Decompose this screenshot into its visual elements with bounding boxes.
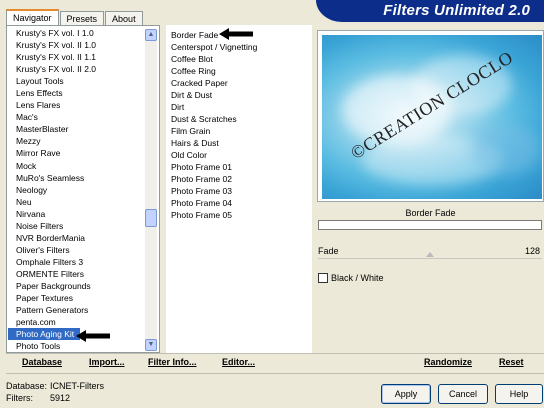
scroll-down-button[interactable]: ▼ [145,339,157,351]
arrow-left-icon [76,330,110,342]
apply-button[interactable]: Apply [381,384,431,404]
scroll-up-button[interactable]: ▲ [145,29,157,41]
filters-status-label: Filters: [6,393,33,403]
category-item[interactable]: Krusty's FX vol. I 1.0 [8,27,144,39]
black-white-label: Black / White [331,273,384,283]
category-item[interactable]: MuRo's Seamless [8,172,144,184]
filter-list: Border Fade Centerspot / Vignetting Coffee… [171,29,309,221]
filter-item[interactable]: Photo Frame 03 [171,185,309,197]
editor-button[interactable]: Editor... [222,357,255,367]
filter-item[interactable]: Dirt [171,101,309,113]
category-item[interactable]: Nirvana [8,208,144,220]
category-item[interactable]: Mac's [8,111,144,123]
category-item[interactable]: Pattern Generators [8,304,144,316]
filter-name-box [318,220,542,230]
category-scrollbar[interactable]: ▲ ▼ [145,29,157,351]
category-item[interactable]: Mirror Rave [8,147,144,159]
fade-value: 128 [524,246,540,256]
arrow-left-icon [219,28,253,40]
tab-presets[interactable]: Presets [59,11,105,26]
fade-label: Fade [318,246,339,256]
category-item[interactable]: Mock [8,160,144,172]
database-status-label: Database: [6,381,48,391]
filter-info-button[interactable]: Filter Info... [148,357,197,367]
category-item[interactable]: Lens Flares [8,99,144,111]
category-item[interactable]: NVR BorderMania [8,232,144,244]
filter-item[interactable]: Coffee Ring [171,65,309,77]
category-item[interactable]: Layout Tools [8,75,144,87]
filter-name-label: Border Fade [405,208,456,218]
category-item[interactable]: MasterBlaster [8,123,144,135]
category-item[interactable]: Paper Backgrounds [8,280,144,292]
filter-item[interactable]: Centerspot / Vignetting [171,41,309,53]
tab-bar: Navigator Presets About [6,9,144,26]
category-item[interactable]: Paper Textures [8,292,144,304]
filter-item[interactable]: Photo Frame 01 [171,161,309,173]
randomize-button[interactable]: Randomize [424,357,472,367]
category-item[interactable]: Photo Aging Kit [8,328,80,341]
filter-item[interactable]: Film Grain [171,125,309,137]
filter-item[interactable]: Hairs & Dust [171,137,309,149]
bottom-toolbar: Database Import... Filter Info... Editor… [6,354,544,372]
category-item[interactable]: Krusty's FX vol. II 1.1 [8,51,144,63]
slider-marker-icon[interactable] [426,252,434,257]
preview-image: ©CREATION CLOCLO [322,35,542,199]
scroll-thumb[interactable] [145,209,157,227]
filter-item[interactable]: Dirt & Dust [171,89,309,101]
cancel-button[interactable]: Cancel [438,384,488,404]
filter-item[interactable]: Photo Frame 05 [171,209,309,221]
filter-item[interactable]: Dust & Scratches [171,113,309,125]
category-item[interactable]: Neology [8,184,144,196]
category-item[interactable]: Krusty's FX vol. II 1.0 [8,39,144,51]
slider-track[interactable] [318,258,542,259]
category-item[interactable]: Neu [8,196,144,208]
category-item[interactable]: Krusty's FX vol. II 2.0 [8,63,144,75]
reset-button[interactable]: Reset [499,357,524,367]
tab-about[interactable]: About [105,11,143,26]
preview-frame: ©CREATION CLOCLO [317,30,544,202]
category-list: Krusty's FX vol. I 1.0 Krusty's FX vol. I… [8,27,144,352]
filter-item[interactable]: Old Color [171,149,309,161]
category-item[interactable]: ORMENTE Filters [8,268,144,280]
status-area: Database: ICNET-Filters Filters: 5912 [6,380,104,404]
filter-item[interactable]: Cracked Paper [171,77,309,89]
black-white-checkbox[interactable] [318,273,328,283]
category-item[interactable]: Photo Tools [8,340,144,352]
category-item[interactable]: Oliver's Filters [8,244,144,256]
window-title: Filters Unlimited 2.0 [383,2,530,19]
filter-item[interactable]: Photo Frame 04 [171,197,309,209]
filter-item[interactable]: Coffee Blot [171,53,309,65]
category-item[interactable]: Omphale Filters 3 [8,256,144,268]
database-button[interactable]: Database [22,357,62,367]
help-button[interactable]: Help [495,384,543,404]
filters-status-value: 5912 [50,393,71,403]
import-button[interactable]: Import... [89,357,125,367]
category-item[interactable]: Lens Effects [8,87,144,99]
category-item[interactable]: Mezzy [8,135,144,147]
category-item[interactable]: Noise Filters [8,220,144,232]
black-white-option[interactable]: Black / White [318,272,384,284]
tab-navigator[interactable]: Navigator [6,9,59,26]
title-banner: Filters Unlimited 2.0 [316,0,544,22]
divider [6,373,544,374]
database-status-value: ICNET-Filters [50,381,104,391]
filter-item[interactable]: Photo Frame 02 [171,173,309,185]
category-item[interactable]: penta.com [8,316,144,328]
